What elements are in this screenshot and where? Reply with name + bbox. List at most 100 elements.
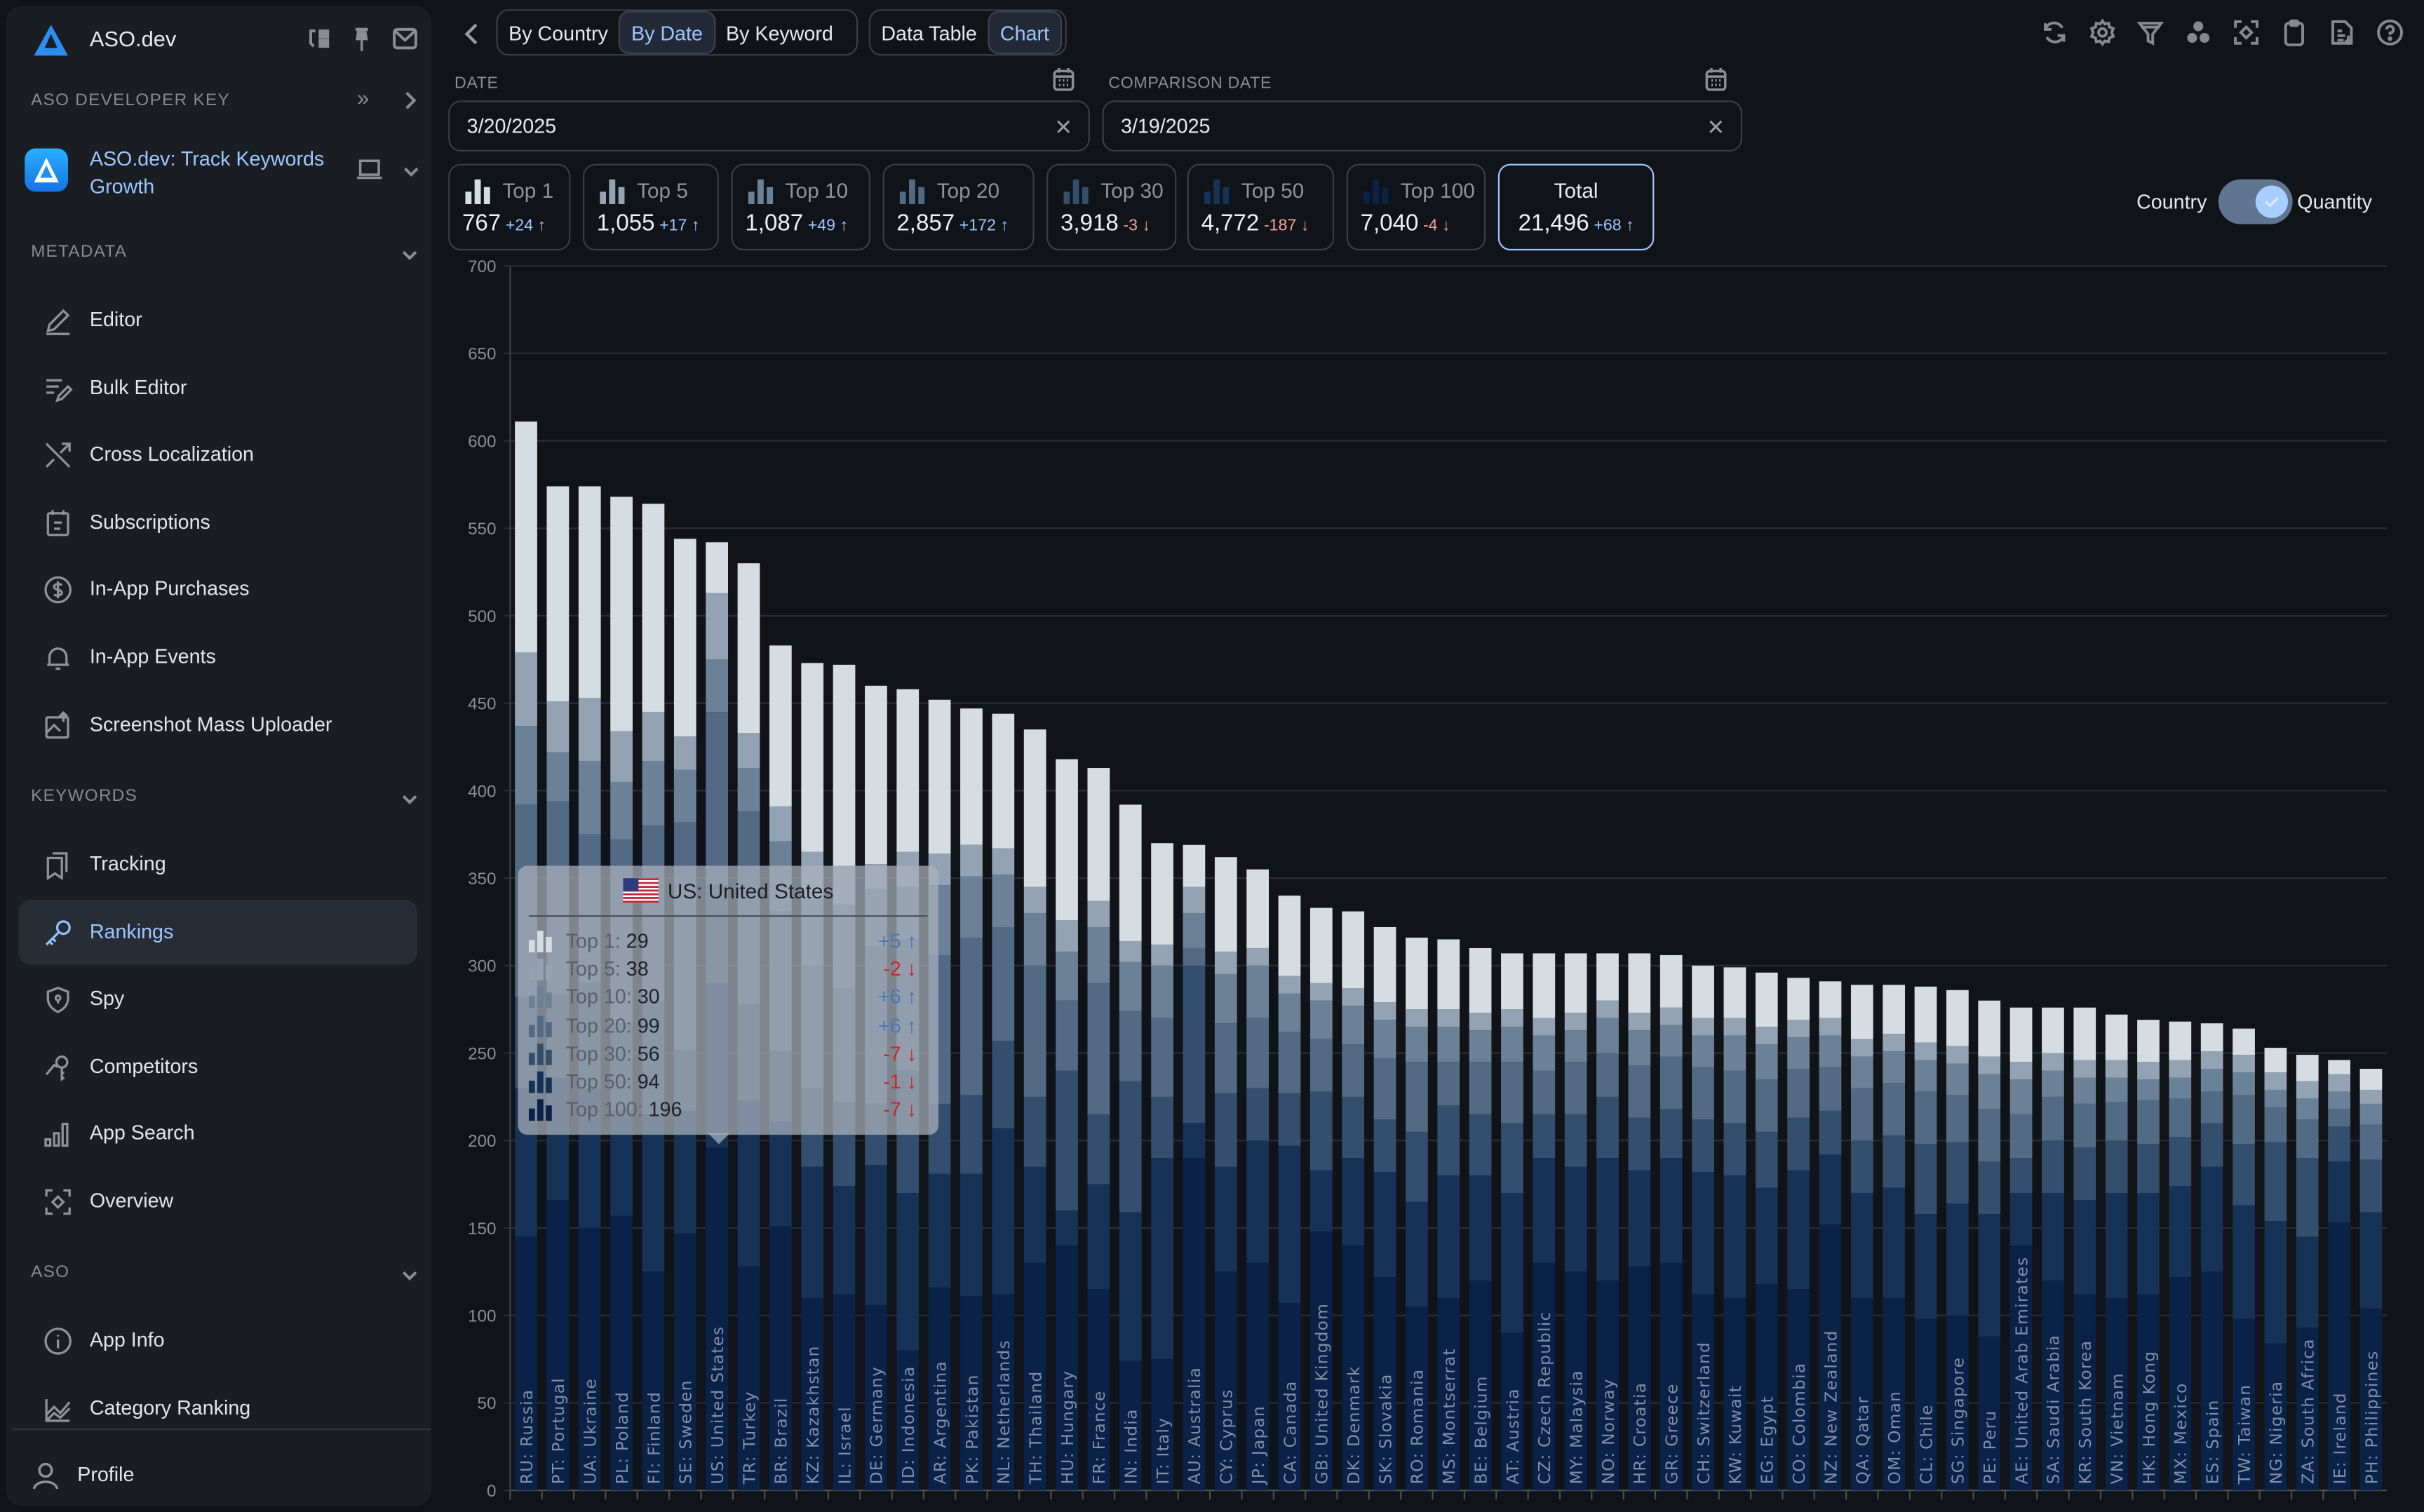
calendar-icon[interactable] (1053, 67, 1075, 91)
cross-arrows-icon (45, 443, 71, 468)
chevron-right-icon[interactable] (399, 90, 421, 112)
sidebar-item-rankings[interactable]: Rankings (18, 899, 418, 964)
bar-segment-top-10 (1406, 1027, 1428, 1062)
chevron-down-icon[interactable] (399, 1264, 421, 1286)
focus-icon[interactable] (2233, 18, 2261, 46)
country-quantity-toggle[interactable] (2218, 179, 2293, 224)
summary-card-top-100[interactable]: Top 100 7,040 -4 ↓ (1346, 163, 1486, 251)
summary-card-total[interactable]: Total 21,496 +68 ↑ (1497, 163, 1655, 251)
x-tick-label: CO: Colombia (1791, 1363, 1809, 1485)
bar-group[interactable] (1151, 843, 1173, 1491)
clear-comparison-date-icon[interactable]: ✕ (1706, 114, 1725, 139)
summary-card-top-30[interactable]: Top 30 3,918 -3 ↓ (1046, 163, 1177, 251)
bar-segment-top-5 (1946, 1046, 1969, 1064)
bar-group[interactable] (1087, 768, 1110, 1491)
sidebar-item-in-app-events[interactable]: In-App Events (18, 625, 417, 690)
mail-icon[interactable] (391, 25, 419, 53)
bar-segment-top-20 (1373, 1058, 1396, 1120)
tab-by-country[interactable]: By Country (498, 11, 619, 54)
summary-card-top-5[interactable]: Top 5 1,055 +17 ↑ (582, 163, 719, 251)
refresh-icon[interactable] (2040, 18, 2068, 46)
card-label: Top 5 (637, 179, 688, 203)
bar-segment-top-10 (2296, 1098, 2319, 1120)
comparison-calendar-icon[interactable] (1705, 67, 1727, 91)
bar-segment-top-10 (960, 876, 983, 938)
help-icon[interactable] (2376, 18, 2404, 46)
filter-icon[interactable] (2136, 18, 2164, 46)
x-tick-label: KZ: Kazakhstan (804, 1345, 823, 1484)
tab-by-date[interactable]: By Date (619, 11, 715, 55)
bar-segment-top-10 (673, 769, 696, 823)
bar-segment-top-50 (2296, 1236, 2319, 1328)
bar-group[interactable] (1246, 869, 1270, 1491)
app-selector[interactable]: ASO.dev: Track Keywords Growth (25, 145, 429, 207)
bar-segment-top-50 (2137, 1193, 2160, 1295)
clipboard-icon[interactable] (2280, 18, 2308, 46)
sidebar-item-category-ranking[interactable]: Category Ranking (18, 1375, 417, 1440)
bar-segment-top-30 (2137, 1144, 2160, 1194)
bar-group[interactable] (1119, 804, 1142, 1491)
x-tick-label: CH: Switzerland (1695, 1342, 1713, 1484)
bar-segment-top-50 (1723, 1175, 1746, 1298)
export-doc-icon[interactable] (2328, 18, 2356, 46)
bar-segment-top-1 (642, 504, 665, 713)
group-icon[interactable] (2184, 18, 2212, 46)
y-tick-label: 650 (468, 345, 496, 364)
bar-segment-top-10 (1883, 1051, 1906, 1083)
bar-segment-top-30 (960, 1095, 983, 1174)
y-tick-label: 200 (468, 1132, 496, 1151)
sidebar-item-app-info[interactable]: App Info (18, 1308, 417, 1373)
bar-segment-top-10 (2137, 1079, 2160, 1100)
summary-card-top-50[interactable]: Top 50 4,772 -187 ↓ (1187, 163, 1335, 251)
tooltip-header: US: United States (518, 878, 938, 903)
bar-segment-top-1 (2073, 1007, 2096, 1060)
tab-by-keyword[interactable]: By Keyword (715, 11, 844, 54)
sidebar-item-competitors[interactable]: Competitors (18, 1034, 417, 1099)
tooltip-row: Top 100: 196 -7 ↓ (528, 1096, 917, 1124)
bar-segment-top-1 (2009, 1007, 2033, 1062)
x-tick-label: DK: Denmark (1345, 1365, 1364, 1484)
x-tick-label: CZ: Czech Republic (1536, 1311, 1554, 1484)
summary-card-top-20[interactable]: Top 20 2,857 +172 ↑ (882, 163, 1035, 251)
bar-segment-top-5 (1119, 940, 1142, 962)
summary-card-top-1[interactable]: Top 1 767 +24 ↑ (448, 163, 571, 251)
tab-data-table[interactable]: Data Table (870, 11, 988, 54)
tab-chart[interactable]: Chart (988, 11, 1062, 55)
sidebar-item-editor[interactable]: Editor (18, 288, 417, 353)
bar-segment-top-20 (1406, 1062, 1428, 1132)
settings-icon[interactable] (2089, 18, 2117, 47)
switch-icon[interactable] (304, 25, 332, 53)
sidebar-item-spy[interactable]: Spy (18, 966, 417, 1032)
bar-segment-top-50 (960, 1173, 983, 1297)
bar-segment-top-5 (673, 736, 696, 770)
chevron-down-icon[interactable] (399, 788, 421, 810)
bar-segment-top-20 (2296, 1119, 2319, 1159)
x-tick-label: AE: United Arab Emirates (2013, 1257, 2031, 1485)
sidebar-item-overview[interactable]: Overview (18, 1169, 417, 1234)
sidebar-item-in-app-purchases[interactable]: In-App Purchases (18, 557, 417, 622)
bar-group[interactable] (960, 708, 983, 1491)
comparison-date-field[interactable]: 3/19/2025 ✕ (1102, 100, 1743, 152)
clear-date-icon[interactable]: ✕ (1054, 114, 1072, 139)
bar-segment-top-10 (706, 659, 729, 713)
chevron-down-icon[interactable] (400, 161, 422, 182)
pencil-icon (46, 309, 70, 335)
bar-chart-icon (748, 179, 774, 204)
date-field[interactable]: 3/20/2025 ✕ (448, 100, 1090, 152)
bar-chart-icon (600, 179, 625, 204)
sidebar-item-bulk-editor[interactable]: Bulk Editor (18, 355, 417, 420)
summary-card-top-10[interactable]: Top 10 1,087 +49 ↑ (731, 163, 870, 251)
sidebar-item-app-search[interactable]: App Search (18, 1101, 417, 1166)
pin-icon[interactable] (348, 25, 376, 53)
x-tick-label: PE: Peru (1981, 1410, 2000, 1485)
sidebar-item-subscriptions[interactable]: Subscriptions (18, 490, 417, 555)
chevron-down-icon[interactable] (399, 244, 421, 266)
sidebar-item-screenshot-mass-uploader[interactable]: Screenshot Mass Uploader (18, 692, 417, 757)
back-chevron-icon[interactable] (461, 22, 483, 46)
bar-segment-top-50 (1373, 1172, 1396, 1277)
sidebar-item-profile[interactable]: Profile (18, 1443, 417, 1506)
sidebar-item-tracking[interactable]: Tracking (18, 832, 417, 897)
double-chevron-icon[interactable]: » (357, 85, 369, 109)
sidebar-item-cross-localization[interactable]: Cross Localization (18, 422, 417, 487)
bar-segment-top-5 (1978, 1056, 2001, 1074)
